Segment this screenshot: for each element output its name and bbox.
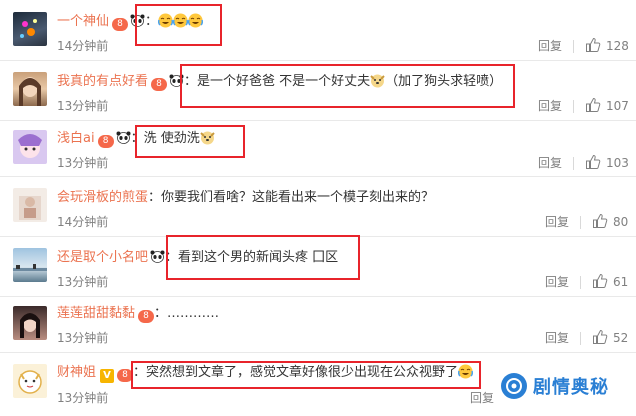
divider [580,216,581,229]
reply-button[interactable]: 回复 [538,155,562,171]
username-link[interactable]: 我真的有点好看 [57,74,148,89]
verified-v-icon: V [100,369,115,383]
reply-button[interactable]: 回复 [538,98,562,114]
username-link[interactable]: 会玩滑板的煎蛋 [57,190,148,205]
avatar[interactable] [13,130,47,164]
fireworks-avatar-image [20,19,37,38]
thumbs-up-icon[interactable] [592,329,608,345]
thumbs-up-icon[interactable] [585,97,601,113]
avatar[interactable] [13,306,47,340]
username-link[interactable]: 浅白ai [57,131,95,146]
like-count: 103 [606,156,629,170]
like-count: 52 [613,331,629,345]
thumbs-up-icon[interactable] [585,37,601,53]
reply-button[interactable]: 回复 [545,274,569,290]
panda-icon [150,250,165,263]
cartoon-avatar-image [18,134,42,158]
reply-button[interactable]: 回复 [538,38,562,54]
divider [580,332,581,345]
member-badge-icon: 8 [97,135,114,148]
thumbs-up-icon[interactable] [592,273,608,289]
member-badge-icon: 8 [112,18,129,31]
panda-icon [116,131,131,144]
avatar[interactable] [13,72,47,106]
timestamp: 13分钟前 [57,275,109,289]
divider [573,40,574,53]
username-link[interactable]: 莲莲甜甜黏黏 [57,306,135,321]
avatar[interactable] [13,188,47,222]
timestamp: 14分钟前 [57,39,109,53]
reply-button[interactable]: 回复 [470,390,494,406]
watermark-logo-icon [501,373,527,399]
comment-row: 一个神仙 8： 14分钟前 回复 128 [0,0,636,61]
portrait-avatar-image [19,77,41,106]
highlight-box [166,235,360,280]
timestamp: 13分钟前 [57,331,109,345]
thumbs-up-icon[interactable] [592,213,608,229]
avatar[interactable] [13,364,47,398]
comment-row: 浅白ai 8 ：洗 使劲洗 13分钟前 回复 103 [0,120,636,177]
seaside-avatar-image [13,264,47,271]
comment-text: ：你要我们看啥？这能看出来一个模子刻出来的？ [148,190,435,205]
member-badge-icon: 8 [138,310,155,323]
username-link[interactable]: 还是取个小名吧 [57,250,148,265]
lucky-cat-avatar-image [18,370,42,394]
timestamp: 14分钟前 [57,215,109,229]
reply-button[interactable]: 回复 [545,214,569,230]
watermark-text: 剧情奥秘 [533,377,609,398]
highlight-box [135,4,222,46]
divider [580,276,581,289]
avatar[interactable] [13,248,47,282]
comment-text: ：………… [154,306,220,321]
member-badge-icon: 8 [151,78,168,91]
username-link[interactable]: 一个神仙 [57,14,109,29]
timestamp: 13分钟前 [57,99,109,113]
watermark: 剧情奥秘 [501,371,609,401]
avatar[interactable] [13,12,47,46]
like-count: 80 [613,215,629,229]
divider [573,100,574,113]
comment-line: 会玩滑板的煎蛋：你要我们看啥？这能看出来一个模子刻出来的？ [57,189,434,207]
divider [573,157,574,170]
highlight-box [131,361,481,389]
comment-line: 莲莲甜甜黏黏 8：………… [57,305,219,323]
comment-row: 莲莲甜甜黏黏 8：………… 13分钟前 回复 52 [0,296,636,353]
reply-button[interactable]: 回复 [545,330,569,346]
thumbs-up-icon[interactable] [585,154,601,170]
timestamp: 13分钟前 [57,156,109,170]
like-count: 107 [606,99,629,113]
like-count: 128 [606,39,629,53]
highlight-box [180,64,515,108]
figure-avatar-image [19,196,41,220]
timestamp: 13分钟前 [57,391,109,405]
highlight-box [135,125,245,158]
portrait-avatar-image [20,313,40,338]
username-link[interactable]: 财神姐 [57,365,96,380]
comment-row: 会玩滑板的煎蛋：你要我们看啥？这能看出来一个模子刻出来的？ 14分钟前 回复 8… [0,176,636,237]
like-count: 61 [613,275,629,289]
